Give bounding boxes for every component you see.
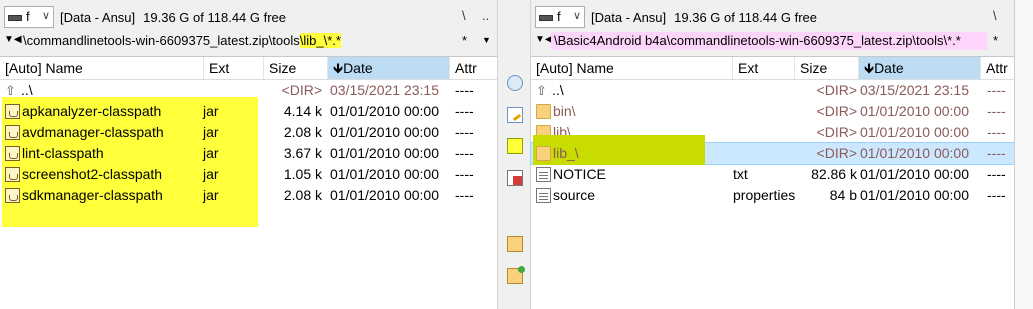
sort-down-arrow-icon: 🡻: [864, 60, 875, 76]
right-drive-label: [Data - Ansu]: [591, 10, 667, 25]
right-path-bar: ▼◀ \Basic4Android b4a\commandlinetools-w…: [531, 30, 1033, 52]
right-drive-info: [Data - Ansu] 19.36 G of 118.44 G free: [591, 10, 817, 25]
right-drive-free: 19.36 G of 118.44 G free: [674, 10, 818, 25]
new-folder-icon[interactable]: [507, 266, 525, 284]
right-col-date[interactable]: 🡻Date: [859, 57, 981, 79]
dir-arrow-icon[interactable]: ▼◀: [4, 34, 22, 45]
left-drive-label: [Data - Ansu]: [60, 10, 136, 25]
left-col-ext[interactable]: Ext: [204, 57, 264, 79]
drive-icon: [539, 15, 553, 21]
pack-icon[interactable]: [507, 236, 523, 252]
jar-icon: [5, 167, 20, 182]
file-row[interactable]: ⇧ ..\ <DIR> 03/15/2021 23:15 ----: [0, 80, 497, 101]
left-history-dropdown[interactable]: ▼: [482, 35, 491, 45]
left-path[interactable]: \commandlinetools-win-6609375_latest.zip…: [20, 32, 344, 50]
file-row[interactable]: NOTICE txt 82.86 k 01/01/2010 00:00 ----: [531, 164, 1033, 185]
right-root-button[interactable]: \: [993, 8, 997, 23]
text-file-icon: [536, 188, 551, 203]
chevron-down-icon: ∨: [41, 10, 50, 22]
vertical-button-bar: [497, 0, 531, 309]
left-file-list: [Auto] Name Ext Size 🡻Date Attr ⇧ ..\ <D…: [0, 56, 497, 309]
jar-icon: [5, 104, 20, 119]
right-path[interactable]: \Basic4Android b4a\commandlinetools-win-…: [551, 32, 987, 50]
left-path-prefix: \commandlinetools-win-6609375_latest.zip…: [23, 33, 300, 48]
sort-down-arrow-icon: 🡻: [333, 60, 344, 76]
right-file-list: [Auto] Name Ext Size 🡻Date Attr ⇧ ..\ <D…: [530, 56, 1033, 309]
jar-icon: [5, 146, 20, 161]
file-row[interactable]: lint-classpath jar 3.67 k 01/01/2010 00:…: [0, 143, 497, 164]
left-path-bar: ▼◀ \commandlinetools-win-6609375_latest.…: [0, 30, 497, 52]
jar-icon: [5, 125, 20, 140]
left-column-header: [Auto] Name Ext Size 🡻Date Attr: [0, 57, 497, 80]
file-row-selected[interactable]: lib_\ <DIR> 01/01/2010 00:00 ----: [530, 135, 1033, 165]
file-row[interactable]: ⇧ ..\ <DIR> 03/15/2021 23:15 ----: [531, 80, 1033, 101]
right-drive-selector[interactable]: f ∨: [535, 6, 585, 28]
right-filter-button[interactable]: *: [993, 33, 998, 48]
right-col-size[interactable]: Size: [795, 57, 859, 79]
left-filter-button[interactable]: *: [462, 33, 467, 48]
left-parent-button[interactable]: ..: [482, 8, 489, 23]
left-drive-letter: f: [26, 9, 30, 24]
file-row[interactable]: avdmanager-classpath jar 2.08 k 01/01/20…: [0, 122, 497, 143]
left-col-size[interactable]: Size: [264, 57, 328, 79]
folder-icon: [536, 146, 551, 161]
jar-icon: [5, 188, 20, 203]
file-row[interactable]: screenshot2-classpath jar 1.05 k 01/01/2…: [0, 164, 497, 185]
text-file-icon: [536, 167, 551, 182]
list-view-icon[interactable]: [507, 138, 523, 154]
left-drive-selector[interactable]: f ∨: [4, 6, 54, 28]
left-col-date[interactable]: 🡻Date: [328, 57, 450, 79]
left-path-highlight: \lib_\*.*: [299, 33, 341, 48]
drive-icon: [8, 15, 22, 21]
left-root-button[interactable]: \: [462, 8, 466, 23]
left-drive-info: [Data - Ansu] 19.36 G of 118.44 G free: [60, 10, 286, 25]
file-row[interactable]: sdkmanager-classpath jar 2.08 k 01/01/20…: [0, 185, 497, 206]
file-row[interactable]: apkanalyzer-classpath jar 4.14 k 01/01/2…: [0, 101, 497, 122]
right-column-header: [Auto] Name Ext Size 🡻Date Attr: [531, 57, 1033, 80]
dir-arrow-icon[interactable]: ▼◀: [535, 34, 553, 45]
up-icon: ⇧: [5, 83, 16, 98]
folder-icon: [536, 104, 551, 119]
file-row[interactable]: source properties 84 b 01/01/2010 00:00 …: [531, 185, 1033, 206]
right-file-panel: f ∨ [Data - Ansu] 19.36 G of 118.44 G fre…: [530, 0, 1033, 309]
right-drive-letter: f: [557, 9, 561, 24]
left-file-panel: f ∨ [Data - Ansu] 19.36 G of 118.44 G fre…: [0, 0, 497, 309]
left-drive-bar: f ∨ [Data - Ansu] 19.36 G of 118.44 G fre…: [0, 4, 497, 30]
chevron-down-icon: ∨: [572, 10, 581, 22]
search-icon[interactable]: [507, 75, 523, 91]
file-row[interactable]: bin\ <DIR> 01/01/2010 00:00 ----: [531, 101, 1033, 122]
edit-icon[interactable]: [507, 107, 523, 123]
up-icon: ⇧: [536, 83, 547, 98]
left-drive-free: 19.36 G of 118.44 G free: [143, 10, 287, 25]
right-col-ext[interactable]: Ext: [733, 57, 795, 79]
window-edge: [1014, 0, 1033, 309]
right-col-name[interactable]: [Auto] Name: [531, 57, 733, 79]
left-col-name[interactable]: [Auto] Name: [0, 57, 204, 79]
left-col-attr[interactable]: Attr: [450, 57, 497, 79]
right-drive-bar: f ∨ [Data - Ansu] 19.36 G of 118.44 G fre…: [531, 4, 1033, 30]
compare-icon[interactable]: [507, 170, 523, 186]
